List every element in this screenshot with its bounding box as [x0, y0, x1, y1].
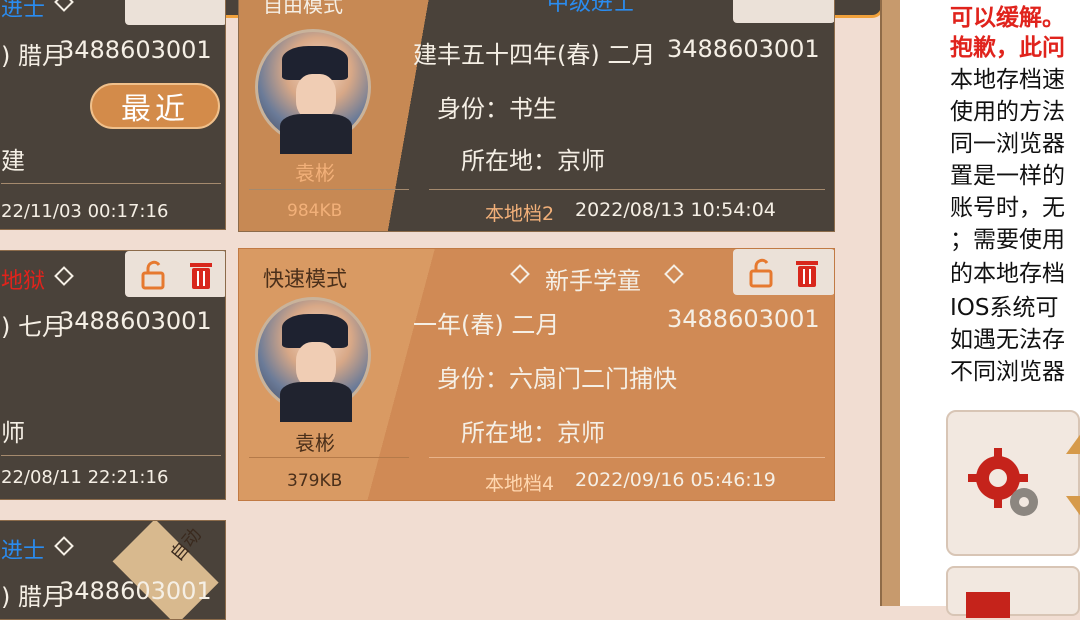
notice-line: 账号时，无: [950, 195, 1065, 221]
location-label: 建: [1, 147, 25, 175]
trash-icon[interactable]: [179, 253, 223, 297]
arrow-down-icon[interactable]: [1066, 496, 1080, 518]
notice-line: 置是一样的: [950, 163, 1065, 189]
book-icon: [966, 592, 1010, 618]
timestamp: 22/11/03 00:17:16: [1, 201, 169, 222]
notice-line: 抱歉，此问: [950, 35, 1065, 61]
save-id: 3488603001: [667, 305, 820, 333]
save-id: 3488603001: [59, 577, 212, 605]
date-label: 一年(春) 二月: [413, 311, 560, 339]
save-id: 3488603001: [59, 307, 212, 335]
arrow-up-icon[interactable]: [1066, 432, 1080, 454]
notice-line: ；需要使用: [950, 227, 1065, 253]
character-name: 袁彬: [295, 431, 335, 455]
timestamp: 2022/08/13 10:54:04: [575, 199, 776, 221]
file-size: 379KB: [287, 471, 343, 491]
diamond-icon: [54, 0, 74, 12]
mode-label: 快速模式: [263, 267, 347, 291]
mode-label: 地狱: [1, 269, 46, 294]
save-slot: 本地档4: [485, 473, 555, 495]
action-box: [125, 0, 225, 25]
unlock-icon[interactable]: [131, 253, 175, 297]
date-label: ) 七月: [1, 313, 66, 341]
notice-line: 同一浏览器: [950, 131, 1065, 157]
trash-icon[interactable]: [785, 251, 829, 295]
identity-label: 身份：六扇门二门捕快: [437, 365, 677, 393]
notice-line: 如遇无法存: [950, 327, 1065, 353]
save-card-2[interactable]: 自由模式 中级进士 袁彬 建丰五十四年(春) 二月 3488603001 身份：…: [238, 0, 835, 232]
level-label: 新手学童: [545, 267, 641, 295]
date-label: ) 腊月: [1, 583, 66, 611]
action-box: [733, 0, 834, 23]
diamond-icon: [664, 264, 684, 284]
gear-icon: [968, 448, 1038, 516]
unlock-icon[interactable]: [739, 251, 783, 295]
timestamp: 22/08/11 22:21:16: [1, 467, 169, 488]
divider: [1, 183, 221, 184]
diamond-icon: [54, 536, 74, 556]
save-card-left-2[interactable]: 地狱 ) 七月 3488603001 师 22/08/11 22:21:16: [0, 250, 226, 500]
character-name: 袁彬: [295, 161, 335, 185]
notice-line: 本地存档速: [950, 67, 1065, 93]
diamond-icon: [510, 264, 530, 284]
light-panel-diag: [359, 249, 449, 500]
panel-frame: [880, 0, 902, 606]
save-card-left-3[interactable]: 进士 自动 ) 腊月 3488603001: [0, 520, 226, 620]
divider: [429, 457, 825, 458]
mode-label: 自由模式: [263, 0, 343, 17]
diamond-icon: [54, 266, 74, 286]
divider: [249, 189, 409, 190]
save-grid: 进士 ) 腊月 3488603001 建 22/11/03 00:17:16 最…: [0, 0, 900, 620]
location-label: 所在地：京师: [461, 147, 605, 175]
character-portrait: [255, 29, 371, 154]
save-id: 3488603001: [59, 36, 212, 64]
location-label: 师: [1, 419, 25, 447]
date-label: ) 腊月: [1, 42, 66, 70]
notice-line: 不同浏览器: [950, 359, 1065, 385]
mode-label: 进士: [1, 539, 46, 564]
divider: [249, 457, 409, 458]
save-card-4[interactable]: 快速模式 新手学童 袁彬 一年(春) 二月 3488603001 身份：六扇门二…: [238, 248, 835, 501]
identity-label: 身份：书生: [437, 95, 557, 123]
file-size: 984KB: [287, 201, 343, 221]
date-label: 建丰五十四年(春) 二月: [413, 41, 656, 69]
notice-line: IOS系统可: [950, 295, 1059, 321]
save-id: 3488603001: [667, 35, 820, 63]
character-portrait: [255, 297, 371, 422]
bottom-panel-button[interactable]: [946, 566, 1080, 618]
level-label: 中级进士: [547, 0, 636, 16]
notice-line: 使用的方法: [950, 99, 1065, 125]
mode-label: 进士: [1, 0, 46, 22]
divider: [1, 455, 221, 456]
timestamp: 2022/09/16 05:46:19: [575, 469, 776, 491]
settings-button[interactable]: [946, 410, 1080, 556]
save-slot: 本地档2: [485, 203, 555, 225]
location-label: 所在地：京师: [461, 419, 605, 447]
recent-button[interactable]: 最近: [90, 83, 220, 129]
divider: [429, 189, 825, 190]
notice-line: 的本地存档: [950, 261, 1065, 287]
